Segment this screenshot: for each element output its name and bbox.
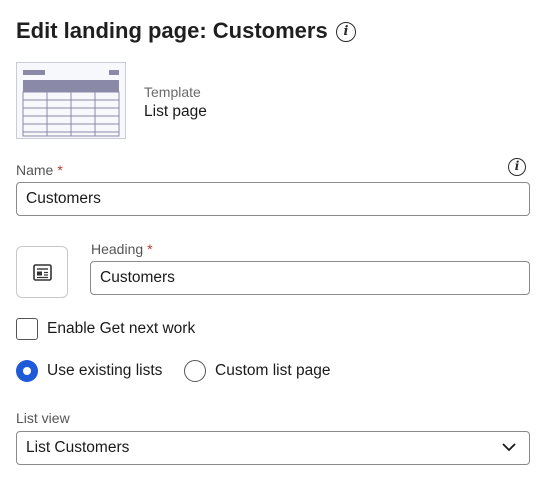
list-view-value: List Customers <box>26 439 130 456</box>
template-value: List page <box>144 103 207 120</box>
page-title: Edit landing page: Customers <box>16 18 328 43</box>
name-label: Name * <box>16 162 63 178</box>
template-label: Template <box>144 84 201 100</box>
custom-list-page-label: Custom list page <box>215 362 331 379</box>
required-mark: * <box>57 162 63 178</box>
use-existing-lists-radio[interactable] <box>16 360 38 382</box>
list-view-label: List view <box>16 410 70 426</box>
name-input[interactable]: Customers <box>16 182 530 216</box>
heading-input[interactable]: Customers <box>90 261 530 295</box>
chevron-down-icon <box>502 443 516 452</box>
name-label-text: Name <box>16 162 54 178</box>
list-view-select[interactable]: List Customers <box>16 431 530 465</box>
list-table-thumbnail <box>22 70 120 137</box>
info-icon[interactable]: i <box>508 158 526 176</box>
heading-label: Heading * <box>91 241 153 257</box>
heading-label-text: Heading <box>91 241 144 257</box>
use-existing-lists-label: Use existing lists <box>47 362 163 379</box>
template-thumbnail <box>16 62 126 139</box>
info-icon[interactable]: i <box>336 22 356 42</box>
required-mark: * <box>147 241 153 257</box>
heading-icon-button[interactable] <box>16 246 68 298</box>
page-icon <box>33 264 52 281</box>
custom-list-page-radio[interactable] <box>184 360 206 382</box>
get-next-work-label: Enable Get next work <box>47 320 196 337</box>
get-next-work-checkbox[interactable] <box>16 318 38 340</box>
